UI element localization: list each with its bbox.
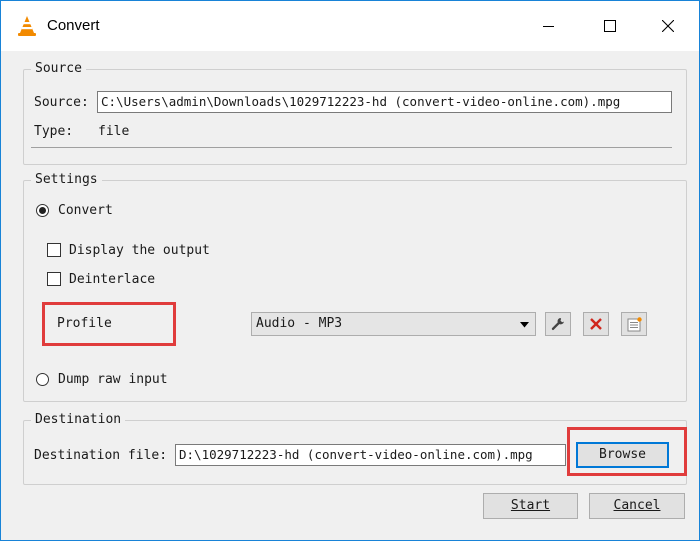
convert-dialog: Convert Source Source: C:\Users\admin\Do… <box>0 0 700 541</box>
destination-group-label: Destination <box>31 412 126 428</box>
vlc-cone-icon <box>18 16 36 36</box>
source-group-label: Source <box>31 61 86 77</box>
profile-label: Profile <box>57 316 112 331</box>
settings-group <box>23 180 687 402</box>
close-button[interactable] <box>645 1 691 51</box>
deinterlace-checkbox[interactable] <box>47 272 61 286</box>
settings-group-label: Settings <box>31 172 102 188</box>
dump-raw-label: Dump raw input <box>58 372 168 387</box>
type-value: file <box>98 124 130 139</box>
start-button-label: Start <box>510 498 551 513</box>
title-bar: Convert <box>1 1 699 51</box>
dump-raw-radio[interactable] <box>36 373 49 386</box>
display-output-label: Display the output <box>69 243 210 258</box>
minimize-button[interactable] <box>526 1 572 51</box>
convert-radio-label: Convert <box>58 203 113 218</box>
close-icon <box>662 20 674 32</box>
delete-icon <box>590 318 602 330</box>
profile-select[interactable]: Audio - MP3 <box>251 312 536 336</box>
maximize-icon <box>604 20 616 32</box>
edit-profile-button[interactable] <box>545 312 571 336</box>
source-input[interactable]: C:\Users\admin\Downloads\1029712223-hd (… <box>97 91 672 113</box>
type-label: Type: <box>34 124 74 139</box>
wrench-icon <box>551 318 564 331</box>
display-output-checkbox[interactable] <box>47 243 61 257</box>
browse-button[interactable]: Browse <box>576 442 669 468</box>
start-button[interactable]: Start <box>483 493 578 519</box>
chevron-down-icon <box>520 322 529 328</box>
new-profile-button[interactable] <box>621 312 647 336</box>
cancel-button[interactable]: Cancel <box>589 493 685 519</box>
source-group <box>23 69 687 165</box>
window-title: Convert <box>47 17 100 34</box>
cancel-button-label: Cancel <box>613 498 661 513</box>
convert-radio[interactable] <box>36 204 49 217</box>
source-label: Source: <box>34 95 89 110</box>
new-profile-icon <box>627 317 642 332</box>
deinterlace-label: Deinterlace <box>69 272 156 287</box>
delete-profile-button[interactable] <box>583 312 609 336</box>
minimize-icon <box>543 26 554 27</box>
maximize-button[interactable] <box>587 1 633 51</box>
destination-file-input[interactable]: D:\1029712223-hd (convert-video-online.c… <box>175 444 566 466</box>
profile-select-value: Audio - MP3 <box>256 316 343 331</box>
source-separator <box>31 147 672 148</box>
destination-file-label: Destination file: <box>34 448 168 463</box>
